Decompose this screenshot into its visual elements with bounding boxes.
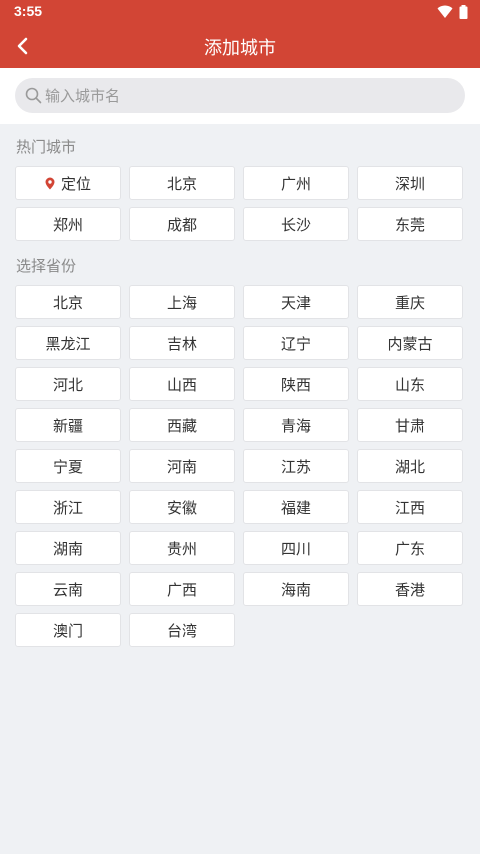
province-button[interactable]: 台湾	[129, 613, 235, 647]
province-button[interactable]: 宁夏	[15, 449, 121, 483]
province-button[interactable]: 香港	[357, 572, 463, 606]
status-time: 3:55	[14, 3, 43, 19]
province-button[interactable]: 辽宁	[243, 326, 349, 360]
hot-cities-title: 热门城市	[16, 138, 77, 156]
provinces-grid: 北京 上海 天津 重庆黑龙江 吉林 辽宁 内蒙古河北 山西 陕西 山东新疆 西藏 青海 甘肃宁夏 河南 江苏…	[15, 285, 465, 647]
province-button[interactable]: 贵州	[129, 531, 235, 565]
province-button[interactable]: 黑龙江	[15, 326, 121, 360]
province-button[interactable]: 甘肃	[357, 408, 463, 442]
province-button[interactable]: 云南	[15, 572, 121, 606]
search-box[interactable]	[15, 78, 465, 113]
province-button[interactable]: 广西	[129, 572, 235, 606]
province-button[interactable]: 内蒙古	[357, 326, 463, 360]
province-button[interactable]: 青海	[243, 408, 349, 442]
hot-city-button[interactable]: 成都	[129, 207, 235, 241]
province-button[interactable]: 湖北	[357, 449, 463, 483]
hot-city-button[interactable]: 深圳	[357, 166, 463, 200]
province-button[interactable]: 江苏	[243, 449, 349, 483]
province-button[interactable]: 新疆	[15, 408, 121, 442]
hot-city-button[interactable]: 长沙	[243, 207, 349, 241]
battery-icon	[459, 5, 468, 19]
province-button[interactable]: 山东	[357, 367, 463, 401]
hot-city-button[interactable]: 郑州	[15, 207, 121, 241]
province-button[interactable]: 天津	[243, 285, 349, 319]
search-area	[0, 68, 480, 124]
province-button[interactable]: 福建	[243, 490, 349, 524]
province-button[interactable]: 浙江	[15, 490, 121, 524]
location-label: 定位	[60, 174, 91, 193]
province-button[interactable]: 河北	[15, 367, 121, 401]
province-button[interactable]: 海南	[243, 572, 349, 606]
province-button[interactable]: 吉林	[129, 326, 235, 360]
province-button[interactable]: 上海	[129, 285, 235, 319]
province-button[interactable]: 广东	[357, 531, 463, 565]
search-input[interactable]	[45, 78, 445, 113]
wifi-icon	[437, 5, 453, 18]
status-bar: 3:55	[0, 0, 480, 24]
status-icons	[437, 5, 468, 19]
hot-city-button[interactable]: 广州	[243, 166, 349, 200]
province-button[interactable]: 河南	[129, 449, 235, 483]
location-button[interactable]: 定位	[15, 166, 121, 200]
province-button[interactable]: 北京	[15, 285, 121, 319]
province-button[interactable]: 山西	[129, 367, 235, 401]
province-button[interactable]: 安徽	[129, 490, 235, 524]
app-bar: 添加城市	[0, 24, 480, 68]
province-button[interactable]: 湖南	[15, 531, 121, 565]
hot-city-button[interactable]: 北京	[129, 166, 235, 200]
hot-city-button[interactable]: 东莞	[357, 207, 463, 241]
page-title: 添加城市	[204, 38, 276, 59]
province-button[interactable]: 重庆	[357, 285, 463, 319]
provinces-title: 选择省份	[16, 257, 77, 275]
province-button[interactable]: 澳门	[15, 613, 121, 647]
search-icon	[25, 87, 42, 104]
hot-cities-grid: 定位 北京 广州 深圳郑州 成都 长沙 东莞	[15, 166, 465, 241]
province-button[interactable]: 四川	[243, 531, 349, 565]
province-button[interactable]: 西藏	[129, 408, 235, 442]
location-pin-icon	[45, 177, 55, 190]
province-button[interactable]: 江西	[357, 490, 463, 524]
province-button[interactable]: 陕西	[243, 367, 349, 401]
